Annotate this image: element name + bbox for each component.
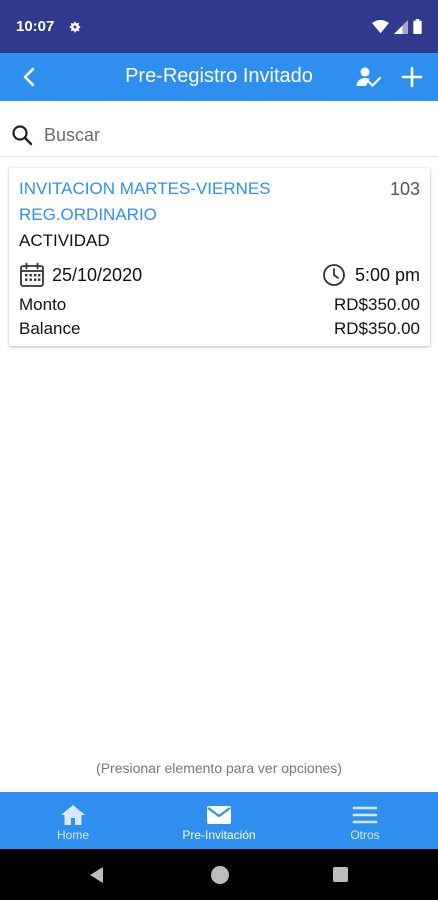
search-bar — [0, 113, 438, 157]
balance-label: Balance — [19, 319, 81, 338]
calendar-icon — [20, 262, 44, 287]
system-back-icon[interactable] — [88, 866, 106, 884]
clock-icon — [323, 264, 345, 286]
amount-value: RD$350.00 — [333, 295, 420, 314]
item-time: 5:00 pm — [354, 265, 420, 285]
item-balance-row: Balance RD$350.00 — [19, 317, 420, 341]
status-icons — [372, 19, 422, 34]
status-bar: 10:07 — [0, 0, 438, 53]
search-input[interactable] — [44, 119, 424, 151]
user-check-icon[interactable] — [356, 65, 382, 89]
system-home-icon[interactable] — [211, 866, 229, 884]
add-icon[interactable] — [400, 65, 424, 89]
item-date-row: 25/10/2020 5:00 pm — [19, 261, 420, 289]
item-date: 25/10/2020 — [52, 265, 143, 285]
menu-icon — [352, 806, 378, 824]
list-item[interactable]: INVITACION MARTES-VIERNES REG.ORDINARIO … — [9, 168, 430, 346]
item-title: INVITACION MARTES-VIERNES REG.ORDINARIO — [19, 179, 271, 224]
nav-pre-invitacion[interactable]: Pre-Invitación — [146, 792, 292, 849]
item-category: ACTIVIDAD — [19, 231, 110, 250]
wifi-icon — [372, 19, 389, 33]
nav-home-label: Home — [56, 828, 89, 842]
app-bar: Pre-Registro Invitado — [0, 53, 438, 101]
system-recents-icon[interactable] — [333, 867, 348, 882]
amount-label: Monto — [19, 295, 67, 314]
item-amount-row: Monto RD$350.00 — [19, 293, 420, 317]
nav-otros[interactable]: Otros — [292, 792, 438, 849]
item-number: 103 — [389, 179, 420, 199]
battery-icon — [413, 19, 422, 34]
balance-value: RD$350.00 — [333, 319, 420, 338]
home-icon — [61, 805, 85, 825]
mail-icon — [207, 806, 231, 824]
hint-text: (Presionar elemento para ver opciones) — [96, 760, 342, 776]
nav-otros-label: Otros — [350, 828, 380, 842]
bottom-nav: Home Pre-Invitación Otros — [0, 792, 438, 849]
status-time: 10:07 — [16, 18, 55, 35]
gear-icon — [70, 21, 81, 32]
system-nav-bar — [0, 849, 438, 900]
search-icon — [12, 125, 33, 146]
signal-icon — [394, 19, 408, 34]
nav-pre-invitacion-label: Pre-Invitación — [182, 828, 256, 842]
nav-home[interactable]: Home — [0, 792, 146, 849]
